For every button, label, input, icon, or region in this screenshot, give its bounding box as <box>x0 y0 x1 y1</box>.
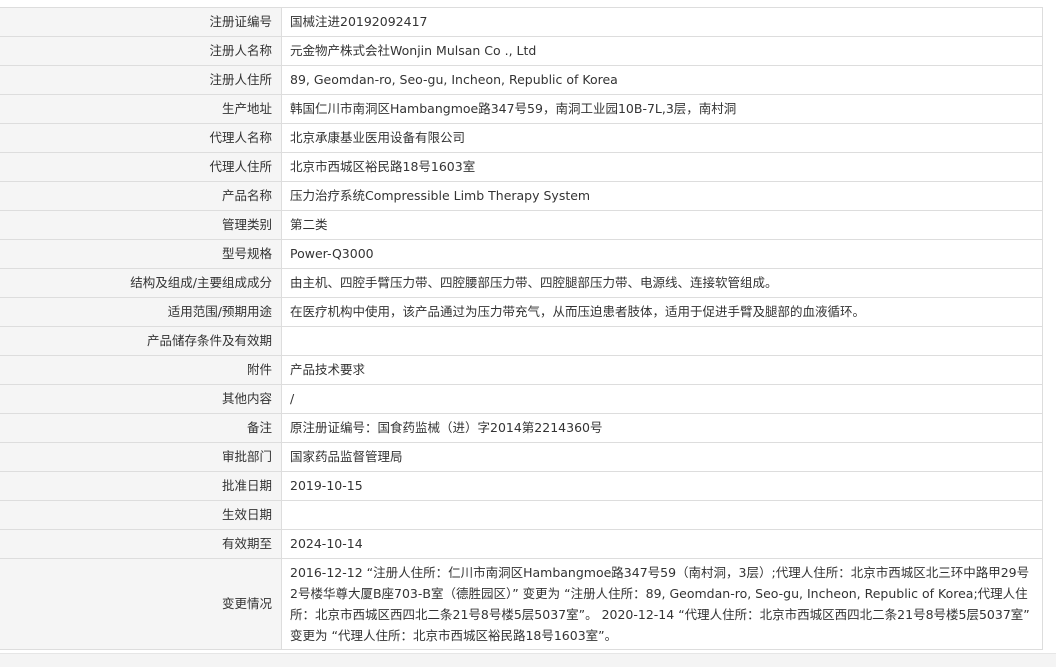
value-registrant-name: 元金物产株式会社Wonjin Mulsan Co ., Ltd <box>281 36 1043 66</box>
value-scope-intended-use: 在医疗机构中使用，该产品通过为压力带充气，从而压迫患者肢体，适用于促进手臂及腿部… <box>281 297 1043 327</box>
value-remarks: 原注册证编号：国食药监械（进）字2014第2214360号 <box>281 413 1043 443</box>
row-scope-intended-use: 适用范围/预期用途 在医疗机构中使用，该产品通过为压力带充气，从而压迫患者肢体，… <box>0 297 1043 327</box>
row-approval-date: 批准日期 2019-10-15 <box>0 471 1043 501</box>
label-structure-composition: 结构及组成/主要组成成分 <box>0 268 282 298</box>
row-model-spec: 型号规格 Power-Q3000 <box>0 239 1043 269</box>
row-product-name: 产品名称 压力治疗系统Compressible Limb Therapy Sys… <box>0 181 1043 211</box>
value-change-history: 2016-12-12 “注册人住所：仁川市南洞区Hambangmoe路347号5… <box>281 558 1043 650</box>
registration-detail-table: 注册证编号 国械注进20192092417 注册人名称 元金物产株式会社Wonj… <box>0 7 1043 650</box>
row-other-content: 其他内容 / <box>0 384 1043 414</box>
value-model-spec: Power-Q3000 <box>281 239 1043 269</box>
row-registration-number: 注册证编号 国械注进20192092417 <box>0 7 1043 37</box>
value-storage-validity <box>281 326 1043 356</box>
row-agent-name: 代理人名称 北京承康基业医用设备有限公司 <box>0 123 1043 153</box>
value-management-category: 第二类 <box>281 210 1043 240</box>
row-production-address: 生产地址 韩国仁川市南洞区Hambangmoe路347号59，南洞工业园10B-… <box>0 94 1043 124</box>
row-agent-address: 代理人住所 北京市西城区裕民路18号1603室 <box>0 152 1043 182</box>
label-scope-intended-use: 适用范围/预期用途 <box>0 297 282 327</box>
label-production-address: 生产地址 <box>0 94 282 124</box>
value-product-name: 压力治疗系统Compressible Limb Therapy System <box>281 181 1043 211</box>
label-storage-validity: 产品储存条件及有效期 <box>0 326 282 356</box>
value-production-address: 韩国仁川市南洞区Hambangmoe路347号59，南洞工业园10B-7L,3层… <box>281 94 1043 124</box>
page-frame: 注册证编号 国械注进20192092417 注册人名称 元金物产株式会社Wonj… <box>0 0 1056 667</box>
value-registrant-address: 89, Geomdan-ro, Seo-gu, Incheon, Republi… <box>281 65 1043 95</box>
row-management-category: 管理类别 第二类 <box>0 210 1043 240</box>
label-approval-department: 审批部门 <box>0 442 282 472</box>
label-registrant-address: 注册人住所 <box>0 65 282 95</box>
row-valid-until: 有效期至 2024-10-14 <box>0 529 1043 559</box>
row-registrant-address: 注册人住所 89, Geomdan-ro, Seo-gu, Incheon, R… <box>0 65 1043 95</box>
row-change-history: 变更情况 2016-12-12 “注册人住所：仁川市南洞区Hambangmoe路… <box>0 558 1043 650</box>
right-edge <box>1044 0 1056 667</box>
value-valid-until: 2024-10-14 <box>281 529 1043 559</box>
value-registration-number: 国械注进20192092417 <box>281 7 1043 37</box>
row-registrant-name: 注册人名称 元金物产株式会社Wonjin Mulsan Co ., Ltd <box>0 36 1043 66</box>
row-structure-composition: 结构及组成/主要组成成分 由主机、四腔手臂压力带、四腔腰部压力带、四腔腿部压力带… <box>0 268 1043 298</box>
value-structure-composition: 由主机、四腔手臂压力带、四腔腰部压力带、四腔腿部压力带、电源线、连接软管组成。 <box>281 268 1043 298</box>
value-other-content: / <box>281 384 1043 414</box>
label-management-category: 管理类别 <box>0 210 282 240</box>
row-effective-date: 生效日期 <box>0 500 1043 530</box>
label-agent-name: 代理人名称 <box>0 123 282 153</box>
label-registrant-name: 注册人名称 <box>0 36 282 66</box>
row-storage-validity: 产品储存条件及有效期 <box>0 326 1043 356</box>
change-history-text: 2016-12-12 “注册人住所：仁川市南洞区Hambangmoe路347号5… <box>290 565 1030 643</box>
row-remarks: 备注 原注册证编号：国食药监械（进）字2014第2214360号 <box>0 413 1043 443</box>
label-approval-date: 批准日期 <box>0 471 282 501</box>
label-remarks: 备注 <box>0 413 282 443</box>
label-registration-number: 注册证编号 <box>0 7 282 37</box>
label-effective-date: 生效日期 <box>0 500 282 530</box>
value-effective-date <box>281 500 1043 530</box>
label-valid-until: 有效期至 <box>0 529 282 559</box>
value-approval-department: 国家药品监督管理局 <box>281 442 1043 472</box>
label-agent-address: 代理人住所 <box>0 152 282 182</box>
label-change-history: 变更情况 <box>0 558 282 650</box>
label-attachment: 附件 <box>0 355 282 385</box>
value-agent-name: 北京承康基业医用设备有限公司 <box>281 123 1043 153</box>
bottom-edge <box>0 653 1056 667</box>
label-model-spec: 型号规格 <box>0 239 282 269</box>
row-attachment: 附件 产品技术要求 <box>0 355 1043 385</box>
registration-detail-table-wrapper: 注册证编号 国械注进20192092417 注册人名称 元金物产株式会社Wonj… <box>0 7 1043 650</box>
label-other-content: 其他内容 <box>0 384 282 414</box>
value-approval-date: 2019-10-15 <box>281 471 1043 501</box>
row-approval-department: 审批部门 国家药品监督管理局 <box>0 442 1043 472</box>
value-agent-address: 北京市西城区裕民路18号1603室 <box>281 152 1043 182</box>
label-product-name: 产品名称 <box>0 181 282 211</box>
value-attachment: 产品技术要求 <box>281 355 1043 385</box>
